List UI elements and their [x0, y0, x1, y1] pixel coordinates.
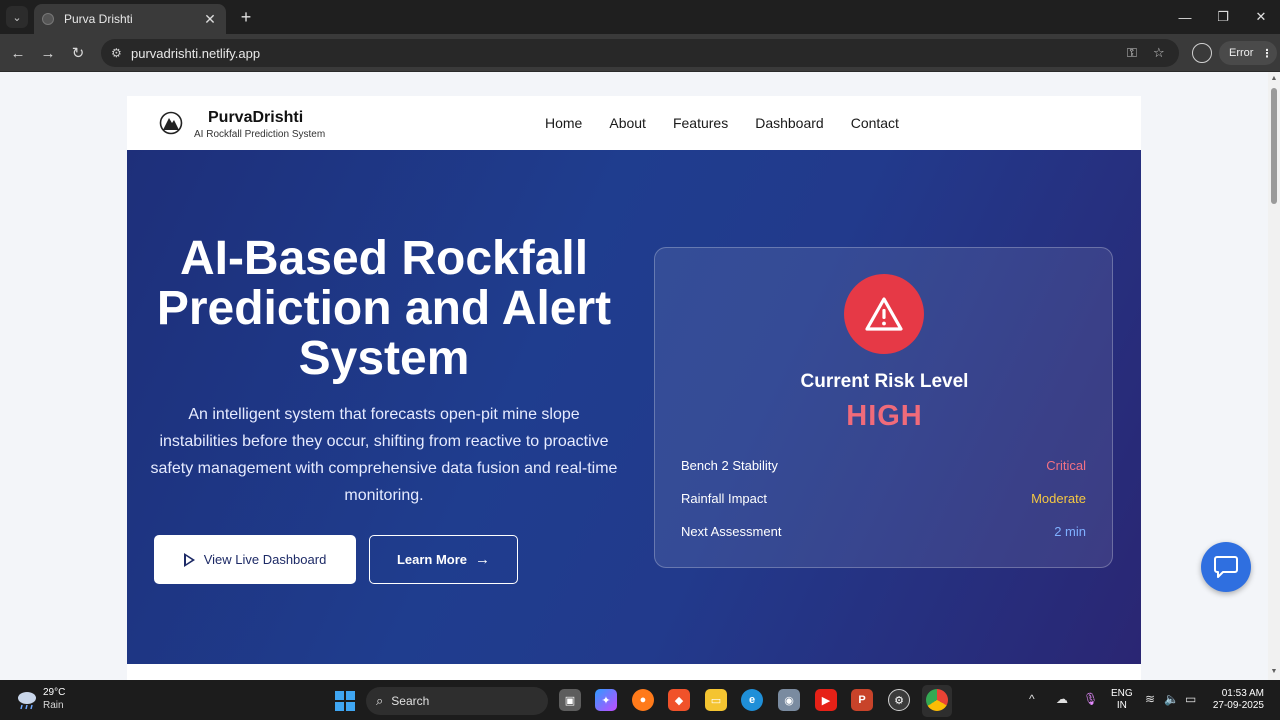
hero-description: An intelligent system that forecasts ope… — [150, 406, 618, 504]
wifi-icon[interactable]: ≋ — [1145, 692, 1155, 706]
scroll-down-icon[interactable]: ▼ — [1270, 668, 1278, 675]
language-indicator[interactable]: ENG IN — [1111, 688, 1133, 712]
windows-taskbar: 29°C Rain ⌕ Search ▣ ✦ ● ◆ ▭ e ◉ ▶ P ⚙ ^… — [0, 680, 1280, 720]
nav-link-about[interactable]: About — [609, 115, 646, 131]
error-chip[interactable]: Error ⋮ — [1219, 41, 1277, 65]
scroll-up-icon[interactable]: ▲ — [1270, 75, 1278, 82]
microphone-icon[interactable]: 🎙 — [1083, 692, 1098, 706]
brand-tagline: AI Rockfall Prediction System — [194, 129, 326, 140]
chat-bubble-icon — [1214, 556, 1238, 578]
taskbar-search-label: Search — [391, 694, 430, 708]
tab-title: Purva Drishti — [64, 12, 133, 26]
weather-temperature[interactable]: 29°C — [43, 687, 65, 698]
chrome-icon[interactable] — [926, 689, 948, 711]
nav-link-features[interactable]: Features — [673, 115, 728, 131]
firefox-icon[interactable]: ● — [632, 689, 654, 711]
battery-icon[interactable]: ▭ — [1185, 692, 1196, 706]
risk-heading: Current Risk Level — [800, 371, 969, 392]
youtube-icon[interactable]: ▶ — [815, 689, 837, 711]
next-section — [127, 664, 1141, 680]
page-scrollbar[interactable]: ▲ ▼ — [1268, 72, 1280, 680]
tab-favicon-icon — [42, 13, 54, 25]
window-close-icon[interactable]: ✕ — [1242, 0, 1280, 34]
error-label: Error — [1229, 47, 1254, 59]
settings-icon[interactable]: ⚙ — [888, 689, 910, 711]
page-viewport: PurvaDrishti AI Rockfall Prediction Syst… — [0, 72, 1268, 680]
back-arrow-icon[interactable]: ← — [8, 43, 28, 63]
risk-row-value: 2 min — [1054, 524, 1086, 539]
site-nav-links: Home About Features Dashboard Contact — [545, 115, 926, 131]
browser-tabstrip: ⌄ Purva Drishti ✕ + — ❐ ✕ — [0, 0, 1280, 34]
window-controls: — ❐ ✕ — [1166, 0, 1280, 34]
view-live-dashboard-label: View Live Dashboard — [203, 552, 327, 567]
address-bar[interactable]: ⚙ purvadrishti.netlify.app ⚿ ☆ — [101, 39, 1179, 67]
browser-tab[interactable]: Purva Drishti ✕ — [34, 4, 226, 34]
forward-arrow-icon[interactable]: → — [38, 43, 58, 63]
risk-row-value: Critical — [1046, 458, 1086, 473]
risk-level-value: HIGH — [846, 400, 923, 432]
bookmark-star-icon[interactable]: ☆ — [1153, 45, 1165, 61]
nav-link-home[interactable]: Home — [545, 115, 582, 131]
risk-row-label: Rainfall Impact — [681, 491, 767, 506]
taskbar-search[interactable]: ⌕ Search — [366, 687, 548, 715]
site-navbar: PurvaDrishti AI Rockfall Prediction Syst… — [127, 96, 1141, 150]
learn-more-label: Learn More — [396, 552, 468, 567]
edge-icon[interactable]: e — [741, 689, 763, 711]
clock-date: 27-09-2025 — [1212, 700, 1264, 711]
risk-row: Rainfall Impact Moderate — [681, 491, 1086, 506]
view-live-dashboard-button[interactable]: View Live Dashboard — [154, 535, 356, 584]
risk-row: Bench 2 Stability Critical — [681, 458, 1086, 473]
rain-cloud-icon[interactable] — [16, 689, 38, 711]
play-icon — [183, 552, 195, 567]
clock-time: 01:53 AM — [1221, 688, 1264, 699]
copilot-icon[interactable]: ✦ — [595, 689, 617, 711]
minimize-icon[interactable]: — — [1166, 0, 1204, 34]
windows-start-icon[interactable] — [335, 691, 355, 711]
scroll-thumb[interactable] — [1271, 88, 1277, 204]
tab-search-chevron-icon[interactable]: ⌄ — [6, 6, 28, 28]
risk-row: Next Assessment 2 min — [681, 524, 1086, 539]
reload-icon[interactable]: ↻ — [68, 43, 88, 63]
task-view-icon[interactable]: ▣ — [559, 689, 581, 711]
onedrive-icon[interactable]: ☁ — [1056, 692, 1068, 706]
brave-icon[interactable]: ◆ — [668, 689, 690, 711]
region-code: IN — [1116, 700, 1127, 711]
weather-condition[interactable]: Rain — [43, 700, 64, 711]
risk-row-label: Bench 2 Stability — [681, 458, 778, 473]
site-info-icon[interactable]: ⚙ — [111, 46, 131, 60]
mountain-logo-icon[interactable] — [159, 110, 183, 136]
nav-link-dashboard[interactable]: Dashboard — [755, 115, 824, 131]
risk-row-value: Moderate — [1031, 491, 1086, 506]
volume-icon[interactable]: 🔈 — [1164, 692, 1179, 706]
hero-title: AI-Based Rockfall Prediction and Alert S… — [156, 232, 612, 385]
warning-triangle-icon — [865, 297, 903, 331]
password-key-icon[interactable]: ⚿ — [1127, 45, 1137, 61]
browser-toolbar: ← → ↻ ⚙ purvadrishti.netlify.app ⚿ ☆ — [0, 34, 1280, 72]
risk-status-card: Current Risk Level HIGH Bench 2 Stabilit… — [654, 247, 1113, 568]
file-explorer-icon[interactable]: ▭ — [705, 689, 727, 711]
risk-row-label: Next Assessment — [681, 524, 782, 539]
camera-icon[interactable]: ◉ — [778, 689, 800, 711]
tray-overflow-icon[interactable]: ^ — [1029, 692, 1035, 706]
profile-avatar-icon[interactable] — [1192, 43, 1212, 63]
system-clock[interactable]: 01:53 AM 27-09-2025 — [1210, 688, 1264, 712]
language-code: ENG — [1111, 688, 1133, 699]
search-icon: ⌕ — [376, 693, 384, 708]
nav-link-contact[interactable]: Contact — [851, 115, 899, 131]
brand-name[interactable]: PurvaDrishti — [208, 109, 303, 127]
learn-more-button[interactable]: Learn More → — [369, 535, 518, 584]
alert-badge — [844, 274, 924, 354]
more-menu-icon[interactable]: ⋮ — [1261, 47, 1272, 60]
site-container: PurvaDrishti AI Rockfall Prediction Syst… — [127, 96, 1141, 680]
powerpoint-icon[interactable]: P — [851, 689, 873, 711]
maximize-icon[interactable]: ❐ — [1204, 0, 1242, 34]
new-tab-plus-icon[interactable]: + — [236, 7, 256, 27]
arrow-right-icon: → — [475, 551, 491, 568]
chat-button[interactable] — [1201, 542, 1251, 592]
tab-close-icon[interactable]: ✕ — [202, 11, 218, 28]
url-text[interactable]: purvadrishti.netlify.app — [131, 46, 260, 61]
hero-section: AI-Based Rockfall Prediction and Alert S… — [127, 150, 1141, 664]
